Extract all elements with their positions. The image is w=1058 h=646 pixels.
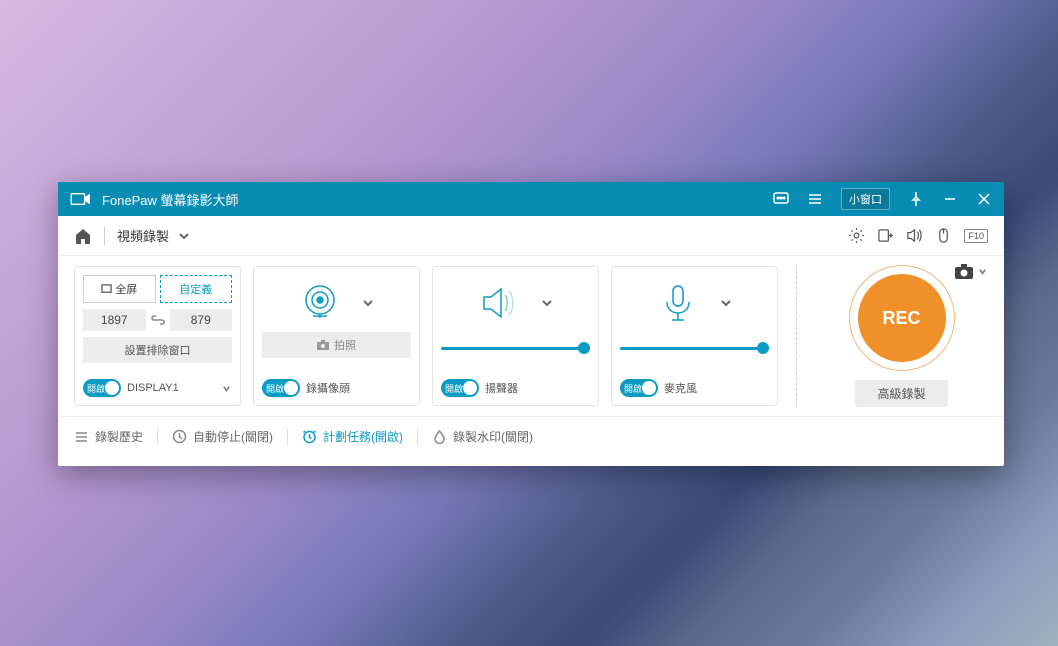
height-field[interactable]: 879 — [170, 309, 233, 331]
speaker-toggle[interactable]: 開啟 — [441, 379, 479, 397]
alarm-icon — [302, 429, 317, 444]
mode-label: 視頻錄製 — [117, 226, 169, 245]
mode-dropdown-icon[interactable] — [177, 229, 191, 243]
panel-webcam: 拍照 開啟 錄攝像頭 — [253, 266, 420, 406]
display-label: DISPLAY1 — [127, 382, 179, 394]
topbar: 視頻錄製 F10 — [58, 216, 1004, 256]
panel-speaker: 開啟 揚聲器 — [432, 266, 599, 406]
mic-slider[interactable] — [620, 342, 769, 354]
small-window-button[interactable]: 小窗口 — [841, 188, 890, 210]
webcam-icon — [299, 282, 341, 324]
home-icon[interactable] — [74, 227, 92, 245]
mic-dropdown-icon[interactable] — [719, 296, 733, 310]
app-title: FonePaw 螢幕錄影大師 — [102, 190, 773, 209]
microphone-icon — [657, 282, 699, 324]
list-icon — [74, 429, 89, 444]
screen-toggle[interactable]: 開啟 — [83, 379, 121, 397]
webcam-label: 錄攝像頭 — [306, 380, 350, 396]
mic-toggle[interactable]: 開啟 — [620, 379, 658, 397]
app-logo-icon — [70, 191, 92, 207]
speaker-slider[interactable] — [441, 342, 590, 354]
pin-icon[interactable] — [908, 191, 924, 207]
autostop-button[interactable]: 自動停止(關閉) — [172, 428, 273, 445]
panel-microphone: 開啟 麥克風 — [611, 266, 778, 406]
width-field[interactable]: 1897 — [83, 309, 146, 331]
settings-icon[interactable] — [848, 227, 865, 244]
rec-section: REC 高級錄製 — [815, 266, 988, 416]
close-icon[interactable] — [976, 191, 992, 207]
export-icon[interactable] — [877, 227, 894, 244]
chevron-down-icon[interactable] — [977, 266, 988, 277]
display-dropdown-icon[interactable] — [221, 383, 232, 394]
feedback-icon[interactable] — [773, 191, 789, 207]
mic-label: 麥克風 — [664, 380, 697, 396]
main-area: 全屏 自定義 1897 879 設置排除窗口 開啟 DISPLAY1 — [58, 256, 1004, 416]
link-icon[interactable] — [151, 313, 165, 327]
screenshot-button[interactable] — [955, 264, 988, 279]
speaker-dropdown-icon[interactable] — [540, 296, 554, 310]
fullscreen-button[interactable]: 全屏 — [83, 275, 156, 303]
minimize-icon[interactable] — [942, 191, 958, 207]
app-window: FonePaw 螢幕錄影大師 小窗口 視頻錄製 F10 全屏 — [58, 182, 1004, 466]
webcam-toggle[interactable]: 開啟 — [262, 379, 300, 397]
footer: 錄製歷史 自動停止(關閉) 計劃任務(開啟) 錄製水印(關閉) — [58, 416, 1004, 456]
mouse-icon[interactable] — [935, 227, 952, 244]
volume-icon[interactable] — [906, 227, 923, 244]
advanced-record-button[interactable]: 高級錄製 — [855, 380, 947, 407]
speaker-icon — [478, 282, 520, 324]
menu-icon[interactable] — [807, 191, 823, 207]
photo-button[interactable]: 拍照 — [262, 332, 411, 358]
webcam-dropdown-icon[interactable] — [361, 296, 375, 310]
clock-icon — [172, 429, 187, 444]
droplet-icon — [432, 429, 447, 444]
schedule-button[interactable]: 計劃任務(開啟) — [302, 428, 403, 445]
record-button[interactable]: REC — [858, 274, 946, 362]
watermark-button[interactable]: 錄製水印(關閉) — [432, 428, 533, 445]
titlebar: FonePaw 螢幕錄影大師 小窗口 — [58, 182, 1004, 216]
history-button[interactable]: 錄製歷史 — [74, 428, 143, 445]
exclude-window-button[interactable]: 設置排除窗口 — [83, 337, 232, 363]
custom-area-button[interactable]: 自定義 — [160, 275, 233, 303]
hotkey-label[interactable]: F10 — [964, 229, 988, 243]
speaker-label: 揚聲器 — [485, 380, 518, 396]
panel-screen: 全屏 自定義 1897 879 設置排除窗口 開啟 DISPLAY1 — [74, 266, 241, 406]
